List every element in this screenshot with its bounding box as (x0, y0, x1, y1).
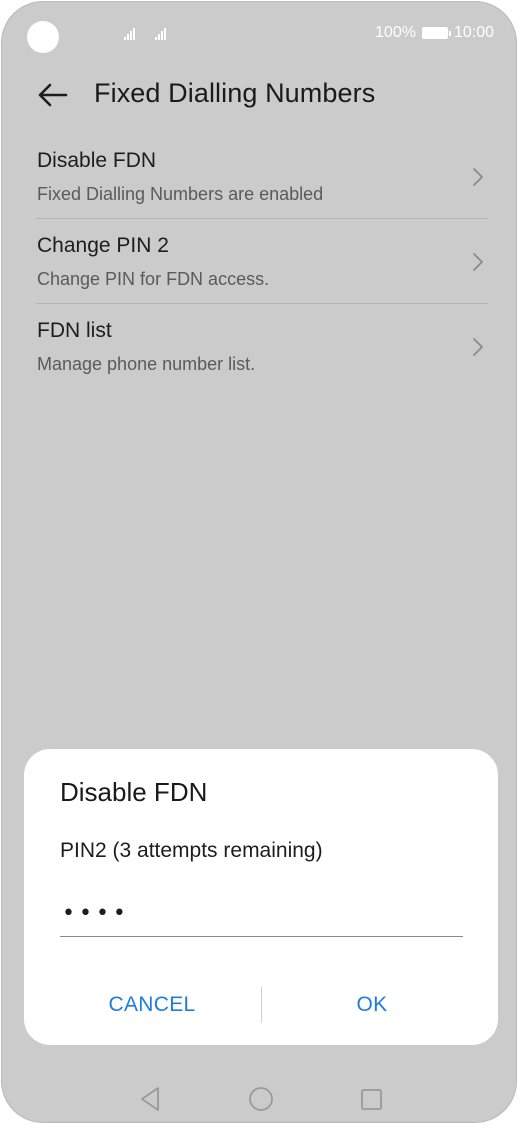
square-recents-icon (361, 1089, 382, 1110)
signal-icon (124, 26, 142, 40)
item-title: Change PIN 2 (37, 234, 169, 257)
clock: 10:00 (453, 24, 494, 41)
triangle-back-icon (141, 1087, 159, 1111)
pin2-input[interactable] (60, 891, 463, 937)
ok-button[interactable]: OK (284, 985, 460, 1025)
list-item-change-pin2[interactable]: Change PIN 2 Change PIN for FDN access. (36, 219, 488, 304)
item-subtitle: Manage phone number list. (37, 354, 256, 374)
navigation-bar (2, 1074, 516, 1122)
page-title: Fixed Dialling Numbers (94, 78, 376, 108)
settings-list: Disable FDN Fixed Dialling Numbers are e… (36, 134, 488, 389)
app-header: Fixed Dialling Numbers (2, 66, 516, 130)
cancel-button[interactable]: CANCEL (64, 985, 240, 1025)
battery-percent: 100% (375, 24, 416, 41)
nav-home-button[interactable] (246, 1084, 276, 1114)
dialog-message: PIN2 (3 attempts remaining) (60, 839, 323, 862)
dialog-title: Disable FDN (60, 777, 208, 807)
disable-fdn-dialog: Disable FDN PIN2 (3 attempts remaining) … (24, 749, 498, 1045)
phone-screen: 100% 10:00 Fixed Dialling Numbers Disabl… (1, 1, 517, 1123)
circle-home-icon (249, 1087, 273, 1111)
item-subtitle: Change PIN for FDN access. (37, 269, 270, 289)
signal-icon (155, 26, 173, 40)
back-arrow-icon[interactable] (36, 80, 70, 110)
chevron-right-icon (473, 253, 483, 271)
item-title: Disable FDN (37, 149, 157, 172)
chevron-right-icon (473, 338, 483, 356)
status-right: 100% 10:00 (375, 24, 494, 42)
chevron-right-icon (473, 168, 483, 186)
dialog-buttons: CANCEL OK (24, 985, 498, 1025)
list-item-disable-fdn[interactable]: Disable FDN Fixed Dialling Numbers are e… (36, 134, 488, 219)
front-camera (27, 21, 59, 53)
list-item-fdn-list[interactable]: FDN list Manage phone number list. (36, 304, 488, 389)
nav-back-button[interactable] (136, 1084, 166, 1114)
item-subtitle: Fixed Dialling Numbers are enabled (37, 184, 324, 204)
battery-icon (421, 27, 451, 39)
status-bar: 100% 10:00 (2, 2, 516, 66)
button-divider (261, 987, 262, 1023)
nav-recents-button[interactable] (356, 1084, 386, 1114)
item-title: FDN list (37, 319, 112, 342)
